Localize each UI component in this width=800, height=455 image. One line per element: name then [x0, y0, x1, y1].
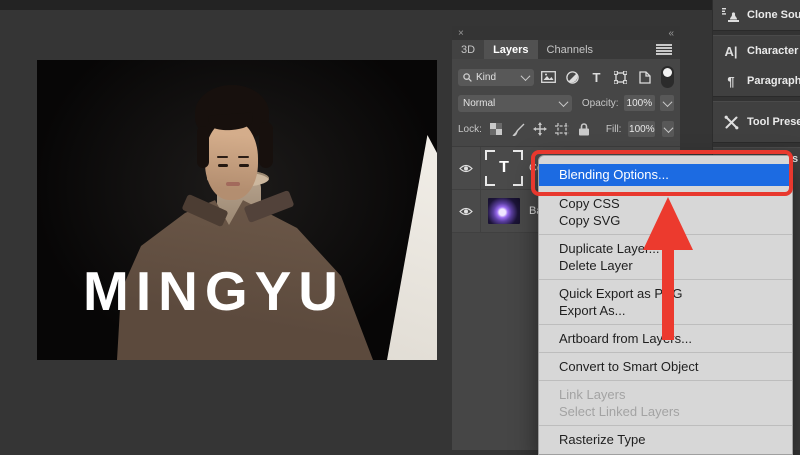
close-icon[interactable]: ×	[458, 28, 464, 39]
fill-label: Fill:	[606, 124, 622, 135]
workspace-top-strip	[0, 0, 712, 10]
search-icon	[463, 73, 472, 82]
lock-label: Lock:	[458, 124, 482, 135]
filter-adjustment-layers-icon[interactable]	[563, 69, 582, 86]
visibility-eye-icon[interactable]	[452, 147, 481, 189]
clone-stamp-icon	[721, 7, 741, 23]
menu-item-artboard-from-layers[interactable]: Artboard from Layers...	[539, 330, 792, 347]
photo-canvas[interactable]: MINGYU	[37, 60, 437, 360]
fill-dropdown-button[interactable]	[662, 121, 674, 137]
opacity-label: Opacity:	[582, 98, 619, 109]
menu-separator	[539, 380, 792, 381]
menu-item-quick-export-png[interactable]: Quick Export as PNG	[539, 285, 792, 302]
canvas-text-mingyu: MINGYU	[83, 264, 423, 319]
menu-item-delete-layer[interactable]: Delete Layer	[539, 257, 792, 274]
image-layer-thumbnail[interactable]	[485, 193, 523, 229]
filter-smart-objects-icon[interactable]	[635, 69, 654, 86]
chevron-down-icon	[558, 97, 568, 107]
subject-face	[205, 120, 258, 200]
chevron-down-icon	[662, 97, 672, 107]
fill-input[interactable]: 100%	[628, 121, 655, 137]
filter-shape-layers-icon[interactable]	[611, 69, 630, 86]
menu-item-export-as[interactable]: Export As...	[539, 302, 792, 319]
opacity-dropdown-button[interactable]	[660, 95, 674, 111]
tab-channels[interactable]: Channels	[538, 40, 602, 59]
subject-eye-right	[239, 164, 249, 167]
filter-kind-dropdown[interactable]: Kind	[458, 69, 534, 86]
subject-hair-right	[259, 122, 273, 168]
menu-item-copy-css[interactable]: Copy CSS	[539, 195, 792, 212]
menu-item-copy-svg[interactable]: Copy SVG	[539, 212, 792, 229]
subject-brow-right	[238, 156, 249, 158]
dock-label: Paragraph	[747, 75, 800, 87]
menu-item-blending-options[interactable]: Blending Options...	[539, 164, 792, 186]
blend-mode-dropdown[interactable]: Normal	[458, 95, 572, 112]
lock-pixels-brush-icon[interactable]	[511, 122, 526, 137]
filter-kind-label: Kind	[476, 72, 518, 83]
lock-all-icon[interactable]	[577, 122, 592, 137]
character-panel-icon: A|	[721, 44, 741, 59]
tool-presets-icon	[721, 115, 741, 130]
subject-hair-left	[197, 126, 209, 168]
chevron-down-icon	[663, 123, 673, 133]
filter-pixel-layers-icon[interactable]	[539, 69, 558, 86]
paragraph-panel-icon: ¶	[721, 74, 741, 89]
menu-item-link-layers: Link Layers	[539, 386, 792, 403]
tab-3d[interactable]: 3D	[452, 40, 484, 59]
blend-mode-value: Normal	[463, 98, 556, 109]
toggle-ball	[663, 68, 672, 77]
dock-label: Character	[747, 45, 798, 57]
text-layer-thumbnail[interactable]: T	[485, 150, 523, 186]
lock-position-move-icon[interactable]	[533, 122, 548, 137]
subject-lips	[226, 182, 240, 186]
menu-item-duplicate-layer[interactable]: Duplicate Layer...	[539, 240, 792, 257]
menu-separator	[539, 234, 792, 235]
filter-on-off-toggle[interactable]	[661, 66, 674, 88]
subject-eye-left	[218, 164, 228, 167]
dock-label: Tool Presets	[747, 116, 800, 128]
tab-layers[interactable]: Layers	[484, 40, 537, 59]
lock-transparency-icon[interactable]	[489, 122, 504, 137]
panel-header: × «	[452, 26, 680, 40]
panel-menu-icon[interactable]	[656, 44, 672, 55]
dock-label: Clone Source	[747, 9, 800, 21]
blend-row: Normal Opacity: 100%	[458, 90, 674, 116]
dock-button-clone-source[interactable]: Clone Source	[713, 0, 800, 30]
menu-item-select-linked-layers: Select Linked Layers	[539, 403, 792, 420]
layer-context-menu: Blending Options... Copy CSS Copy SVG Du…	[538, 155, 793, 455]
chevron-down-icon	[521, 71, 531, 81]
dock-divider	[713, 142, 800, 148]
filter-type-layers-icon[interactable]: T	[587, 69, 606, 86]
visibility-eye-icon[interactable]	[452, 190, 481, 232]
panel-tab-bar: 3D Layers Channels	[452, 40, 680, 59]
type-layer-icon: T	[488, 155, 520, 181]
menu-separator	[539, 425, 792, 426]
dock-button-tool-presets[interactable]: Tool Presets	[713, 102, 800, 142]
dock-button-character[interactable]: A| Character	[713, 36, 800, 66]
subject-brow-left	[217, 156, 228, 158]
opacity-input[interactable]: 100%	[624, 95, 656, 111]
menu-separator	[539, 352, 792, 353]
lock-artboard-icon[interactable]	[555, 122, 570, 137]
menu-separator	[539, 324, 792, 325]
dock-button-paragraph[interactable]: ¶ Paragraph	[713, 66, 800, 96]
collapse-panel-icon[interactable]: «	[668, 28, 674, 39]
menu-item-rasterize-type[interactable]: Rasterize Type	[539, 431, 792, 448]
menu-item-convert-smart-object[interactable]: Convert to Smart Object	[539, 358, 792, 375]
filter-row: Kind T	[458, 64, 674, 90]
lock-row: Lock: Fill: 100%	[458, 116, 674, 142]
galaxy-thumbnail-image	[488, 198, 520, 224]
menu-separator	[539, 279, 792, 280]
